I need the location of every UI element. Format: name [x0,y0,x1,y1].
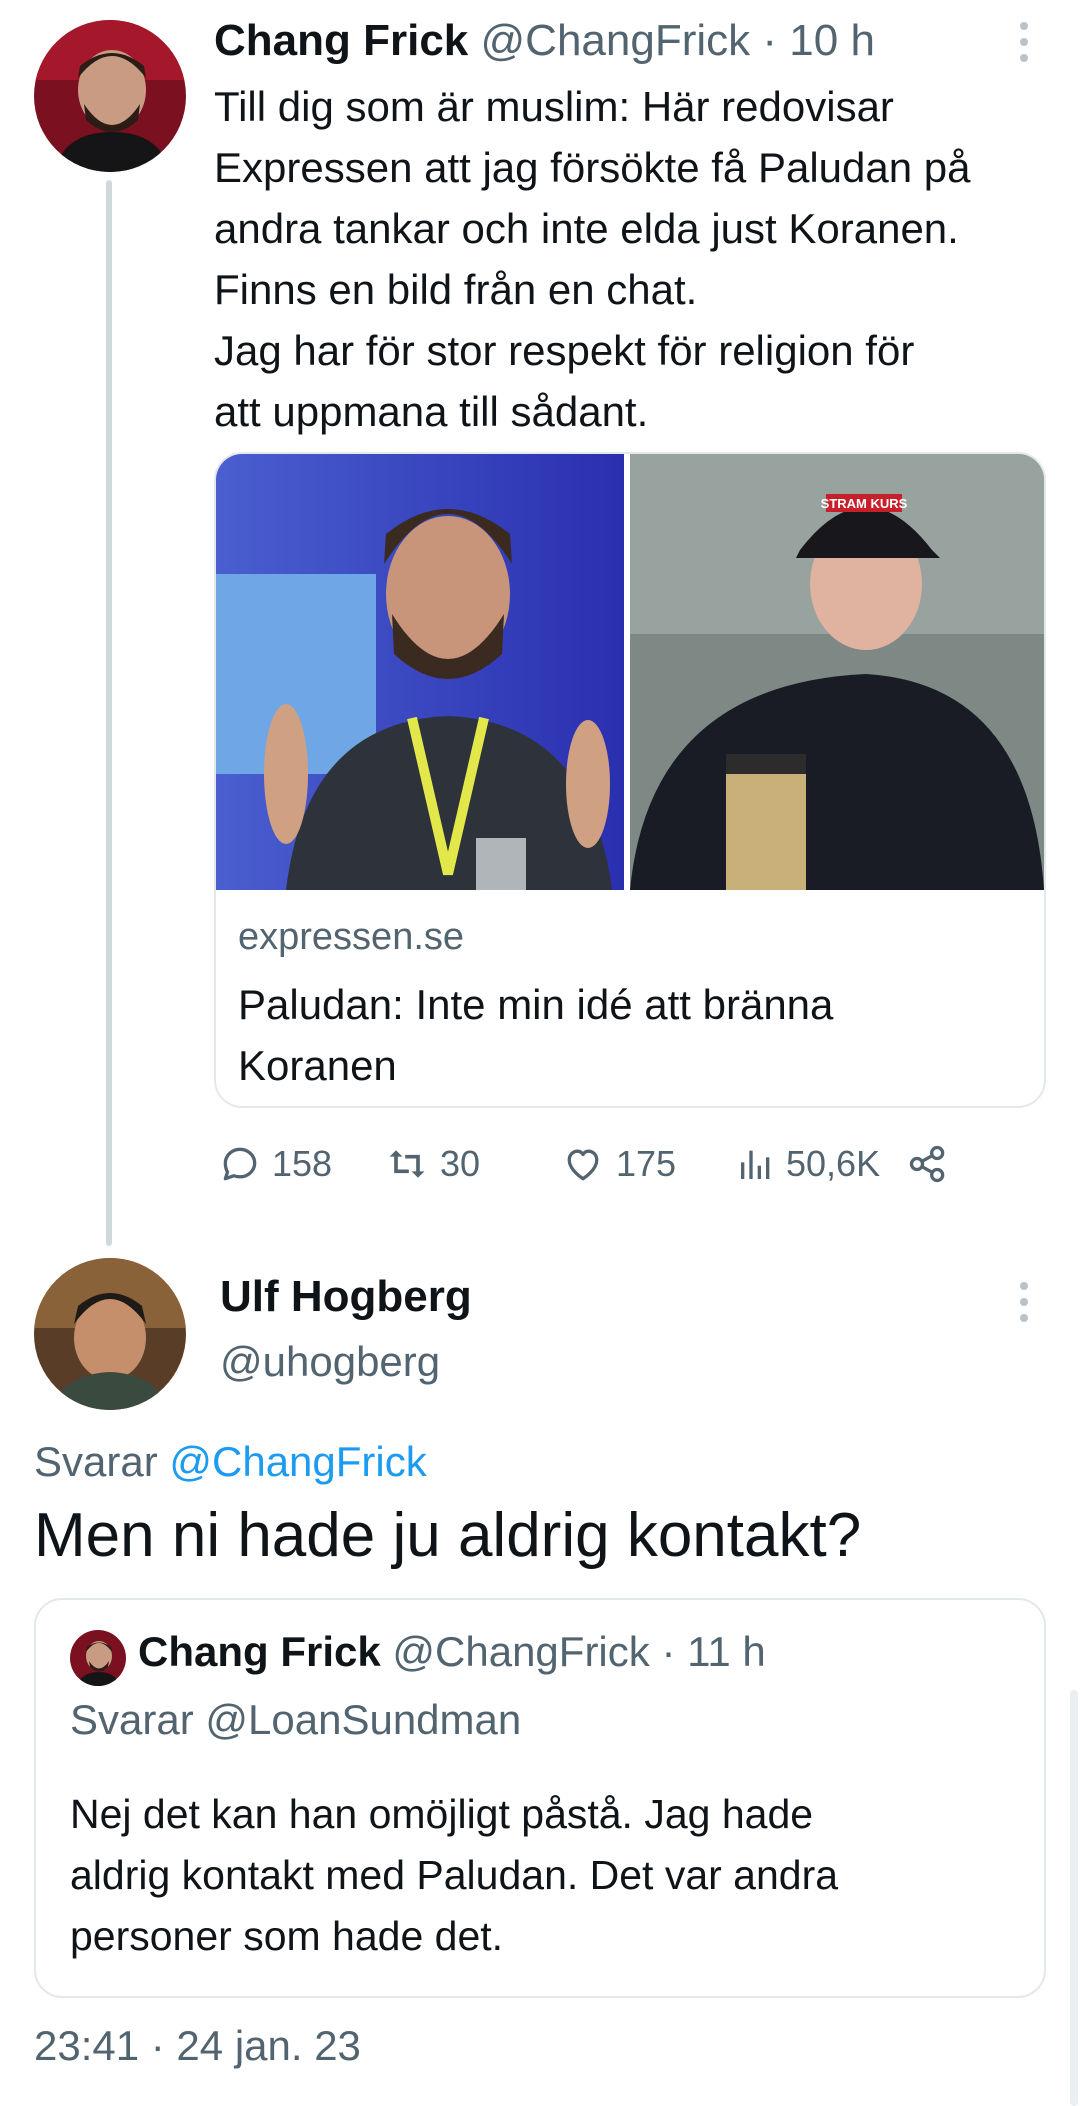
quoted-replying-to: Svarar @LoanSundman [70,1696,522,1743]
ulf-hogberg-avatar[interactable] [34,1258,186,1410]
reply-author-handle[interactable]: @uhogberg [220,1338,440,1386]
share-button[interactable] [906,1136,950,1192]
link-card-domain: expressen.se [238,916,465,958]
views-button[interactable]: 50,6K [736,1136,880,1192]
header-separator: · [762,16,778,65]
cap-logo-text: STRAM KURS [821,496,908,511]
speech-bubble-icon [223,1147,257,1181]
like-count: 175 [616,1143,677,1184]
tweet-more-options-icon[interactable] [1014,22,1034,62]
tweet-text-line: Till dig som är muslim: Här redovisar [214,83,894,130]
reply-author-name[interactable]: Ulf Hogberg [220,1272,472,1322]
quoted-text-line: aldrig kontakt med Paludan. Det var andr… [70,1852,839,1898]
author-handle[interactable]: @ChangFrick [481,16,751,65]
reply-button[interactable]: 158 [218,1136,332,1192]
tweet-text-line: andra tankar och inte elda just Koranen. [214,205,959,252]
link-card-title-line: Koranen [238,1042,397,1089]
author-name[interactable]: Chang Frick [214,16,468,65]
tweet-text-line: Expressen att jag försökte få Paludan på [214,144,971,191]
retweet-count: 30 [440,1143,481,1184]
quoted-tweet-text: Nej det kan han omöjligt påstå. Jag hade… [70,1784,1030,1967]
link-card-title: Paludan: Inte min idé att bränna Koranen [238,974,1008,1096]
quoted-author-avatar [70,1630,126,1686]
tweet-text-line: Finns en bild från en chat. [214,266,698,313]
quoted-text-line: personer som hade det. [70,1913,504,1959]
replying-to-mention[interactable]: @ChangFrick [169,1438,426,1485]
like-button[interactable]: 175 [560,1136,676,1192]
share-icon [909,1145,945,1183]
quoted-tweet-time: 11 h [687,1628,766,1675]
thread-connector-line [106,180,112,1246]
replying-to-prefix: Svarar [34,1438,158,1485]
quoted-header-separator: · [661,1628,676,1675]
reply-text: Men ni hade ju aldrig kontakt? [34,1501,862,1570]
link-preview-card[interactable]: STRAM KURS expressen.se Paludan: Inte mi… [214,452,1046,1108]
link-card-images: STRAM KURS [216,454,1044,890]
quoted-tweet-header: Chang Frick @ChangFrick · 11 h [138,1628,766,1676]
bar-chart-icon [741,1150,770,1179]
heart-icon [567,1149,599,1181]
paludan-photo: STRAM KURS [630,454,1044,890]
tweet-time[interactable]: 10 h [789,16,875,65]
reply-timestamp[interactable]: 23:41 · 24 jan. 23 [34,2022,361,2070]
tweet-text-line: att uppmana till sådant. [214,388,649,435]
scrollbar[interactable] [1070,1690,1078,2106]
retweet-button[interactable]: 30 [384,1136,480,1192]
link-card-title-line: Paludan: Inte min idé att bränna [238,981,834,1028]
retweet-icon [389,1150,425,1178]
views-count: 50,6K [786,1143,881,1184]
reply-more-options-icon[interactable] [1014,1282,1034,1322]
quoted-author-handle: @ChangFrick [392,1628,650,1675]
quoted-text-line: Nej det kan han omöjligt påstå. Jag hade [70,1791,814,1837]
replying-to-line: Svarar @ChangFrick [34,1438,427,1486]
speaker-photo [216,454,624,890]
tweet-action-bar: 158 30 175 50,6K [214,1136,1054,1192]
quoted-author-name: Chang Frick [138,1628,381,1675]
tweet-text-line: Jag har för stor respekt för religion fö… [214,327,915,374]
tweet-text: Till dig som är muslim: Här redovisar Ex… [214,76,1064,442]
reply-count: 158 [272,1143,333,1184]
tweet-header: Chang Frick @ChangFrick · 10 h [214,16,875,66]
chang-frick-avatar[interactable] [34,20,186,172]
quoted-tweet-card[interactable]: Chang Frick @ChangFrick · 11 h Svarar @L… [34,1598,1046,1998]
